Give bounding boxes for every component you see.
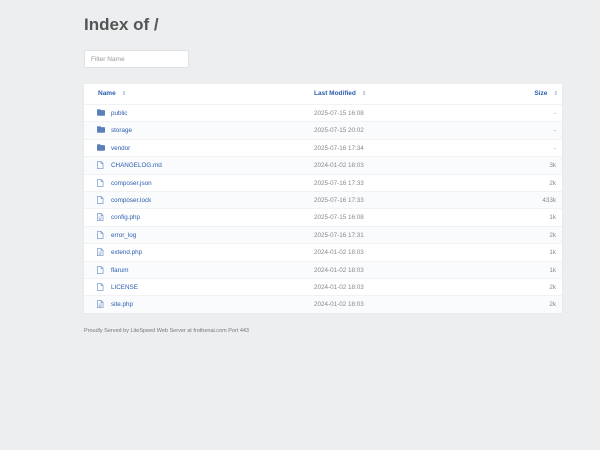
size-cell: 2k <box>549 179 556 187</box>
size-cell: 2k <box>549 283 556 291</box>
table-row[interactable]: config.php 2025-07-15 16:08 1k <box>84 208 562 225</box>
table-row[interactable]: error_log 2025-07-16 17:31 2k <box>84 225 562 244</box>
file-link[interactable]: config.php <box>111 214 140 221</box>
code-file-icon <box>97 300 105 309</box>
size-cell: 433k <box>542 196 556 204</box>
file-listing-table: Name ⇕ Last Modified ⇕ Size ⇕ public 2025-07… <box>84 84 562 313</box>
size-cell: 3k <box>549 162 556 170</box>
file-icon <box>97 178 105 187</box>
file-link[interactable]: public <box>111 110 127 117</box>
size-cell: 1k <box>549 266 556 274</box>
file-icon <box>97 196 105 204</box>
last-modified-cell: 2024-01-02 18:03 <box>314 249 364 257</box>
file-link[interactable]: storage <box>111 127 132 134</box>
size-cell: - <box>553 144 556 152</box>
page-title: Index of / <box>84 15 159 34</box>
file-link[interactable]: LICENSE <box>111 284 138 291</box>
file-link[interactable]: composer.lock <box>111 197 151 204</box>
file-link[interactable]: composer.json <box>111 180 152 187</box>
file-link[interactable]: CHANGELOG.md <box>111 162 162 169</box>
file-icon <box>97 282 105 291</box>
file-link[interactable]: site.php <box>111 301 133 308</box>
last-modified-cell: 2024-01-02 18:03 <box>314 266 364 274</box>
column-header-size-label: Size <box>534 90 548 97</box>
sort-icon: ⇕ <box>361 91 367 97</box>
file-link[interactable]: extend.php <box>111 249 142 256</box>
table-row[interactable]: extend.php 2024-01-02 18:03 1k <box>84 243 562 260</box>
last-modified-cell: 2025-07-15 20:02 <box>314 127 364 135</box>
last-modified-cell: 2025-07-15 16:08 <box>314 110 364 117</box>
last-modified-cell: 2024-01-02 18:03 <box>314 162 364 170</box>
table-row[interactable]: composer.lock 2025-07-16 17:33 433k <box>84 190 562 209</box>
folder-icon <box>97 109 105 117</box>
file-icon <box>97 161 105 170</box>
folder-icon <box>97 144 105 152</box>
server-footer: Proudly Served by LiteSpeed Web Server a… <box>84 328 249 334</box>
size-cell: 1k <box>549 214 556 222</box>
table-row[interactable]: LICENSE 2024-01-02 18:03 2k <box>84 277 562 295</box>
last-modified-cell: 2025-07-16 17:33 <box>314 179 364 187</box>
last-modified-cell: 2025-07-16 17:31 <box>314 231 364 239</box>
table-row[interactable]: CHANGELOG.md 2024-01-02 18:03 3k <box>84 156 562 174</box>
file-icon <box>97 230 105 239</box>
table-row[interactable]: storage 2025-07-15 20:02 - <box>84 121 562 139</box>
column-header-last-modified-label: Last Modified <box>314 90 356 97</box>
table-row[interactable]: public 2025-07-15 16:08 - <box>84 104 562 121</box>
folder-icon <box>97 126 105 134</box>
file-link[interactable]: vendor <box>111 145 130 152</box>
filter-name-input[interactable] <box>84 50 189 68</box>
table-row[interactable]: composer.json 2025-07-16 17:33 2k <box>84 173 562 191</box>
column-header-name[interactable]: Name ⇕ <box>98 90 126 97</box>
last-modified-cell: 2024-01-02 18:03 <box>314 283 364 291</box>
last-modified-cell: 2025-07-16 17:34 <box>314 144 364 152</box>
column-header-size[interactable]: Size ⇕ <box>534 90 558 97</box>
file-link[interactable]: error_log <box>111 232 136 239</box>
sort-icon: ⇕ <box>553 91 558 97</box>
last-modified-cell: 2025-07-15 16:08 <box>314 214 364 222</box>
column-header-name-label: Name <box>98 90 116 97</box>
last-modified-cell: 2025-07-16 17:33 <box>314 196 364 204</box>
size-cell: - <box>553 127 556 135</box>
table-row[interactable]: vendor 2025-07-16 17:34 - <box>84 138 562 156</box>
sort-icon: ⇕ <box>121 91 127 97</box>
table-row[interactable]: flarum 2024-01-02 18:03 1k <box>84 260 562 278</box>
size-cell: 2k <box>549 301 556 309</box>
size-cell: - <box>553 110 556 117</box>
file-link[interactable]: flarum <box>111 267 129 274</box>
size-cell: 1k <box>549 249 556 257</box>
code-file-icon <box>97 248 105 257</box>
size-cell: 2k <box>549 231 556 239</box>
table-body: public 2025-07-15 16:08 - storage 2025-07-15… <box>84 104 562 313</box>
table-header: Name ⇕ Last Modified ⇕ Size ⇕ <box>84 84 562 104</box>
column-header-last-modified[interactable]: Last Modified ⇕ <box>314 90 367 97</box>
file-icon <box>97 265 105 274</box>
last-modified-cell: 2024-01-02 18:03 <box>314 301 364 309</box>
code-file-icon <box>97 213 105 222</box>
table-row[interactable]: site.php 2024-01-02 18:03 2k <box>84 295 562 313</box>
